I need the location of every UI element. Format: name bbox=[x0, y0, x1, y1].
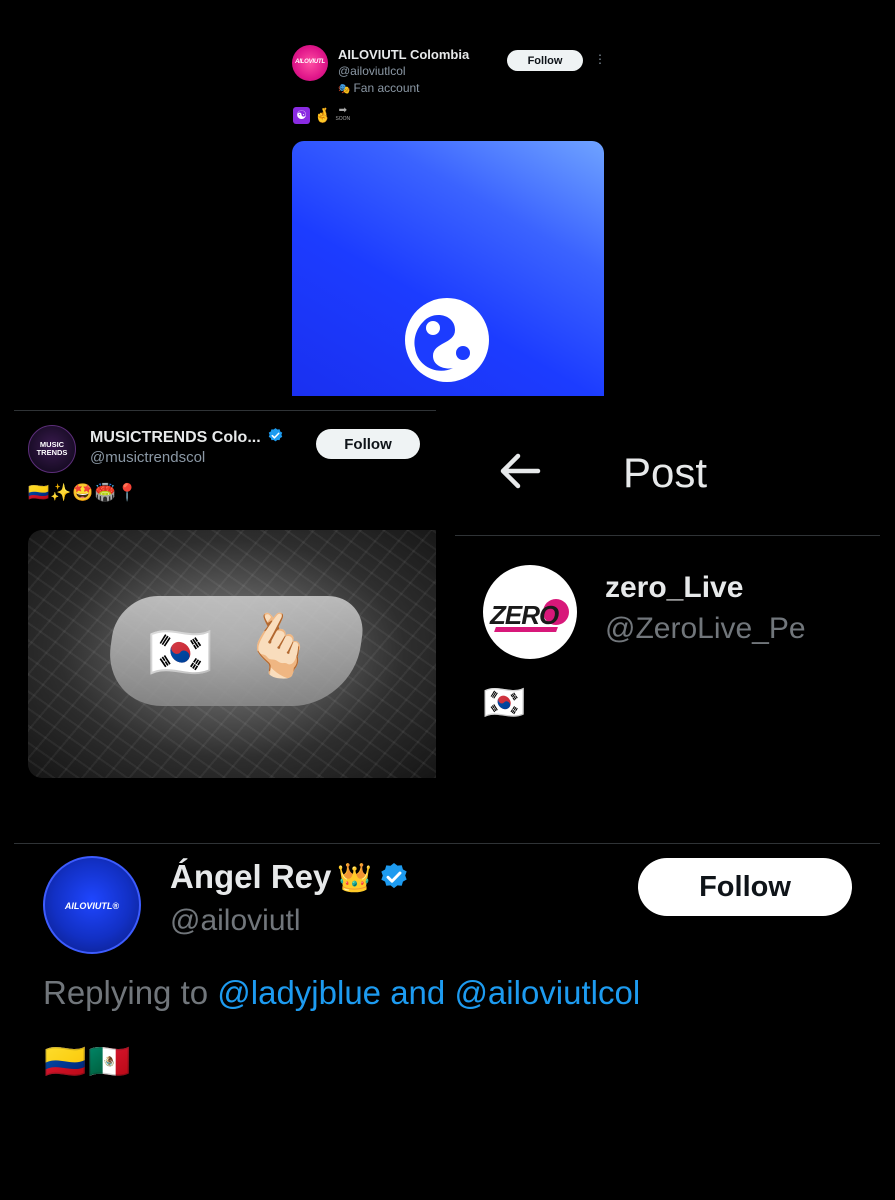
display-name-text: Ángel Rey bbox=[170, 858, 332, 895]
handle[interactable]: @ailoviutlcol bbox=[338, 64, 406, 78]
crown-icon: 👑 bbox=[337, 861, 373, 893]
avatar-text: AILOVIUTL® bbox=[64, 901, 120, 911]
display-name[interactable]: AILOVIUTL Colombia bbox=[338, 47, 469, 62]
verified-badge-icon bbox=[381, 863, 407, 889]
handle[interactable]: @musictrendscol bbox=[90, 449, 205, 466]
display-name[interactable]: MUSICTRENDS Colo... bbox=[90, 427, 284, 447]
follow-button[interactable]: Follow bbox=[316, 429, 420, 459]
yin-yang-icon: ☯ bbox=[293, 106, 310, 124]
avatar[interactable]: ZERO bbox=[483, 565, 577, 659]
post-text: ☯ 🤞 ➡ SOON bbox=[293, 106, 350, 124]
post-text: 🇰🇷 bbox=[483, 684, 526, 722]
back-arrow-icon[interactable] bbox=[498, 451, 542, 491]
fan-account-label: 🎭 Fan account bbox=[338, 81, 420, 95]
divider bbox=[455, 535, 880, 536]
post-text: 🇨🇴🇲🇽 bbox=[44, 1043, 133, 1081]
conjunction: and bbox=[381, 974, 455, 1011]
avatar-text: MUSIC TRENDS bbox=[36, 440, 68, 457]
soon-text: SOON bbox=[335, 116, 351, 122]
soon-arrow-icon: ➡ SOON bbox=[335, 105, 351, 123]
mention-link-ailoviutlcol[interactable]: @ailoviutlcol bbox=[454, 974, 640, 1011]
follow-button[interactable]: Follow bbox=[638, 858, 852, 916]
post-angel-rey: AILOVIUTL® Ángel Rey 👑 @ailoviutl Follow… bbox=[0, 844, 895, 1200]
avatar[interactable]: MUSIC TRENDS bbox=[28, 425, 76, 473]
stadium-shape bbox=[102, 596, 368, 706]
handle[interactable]: @ZeroLive_Pe bbox=[605, 612, 806, 646]
avatar-text: AILOVIUTL bbox=[295, 59, 325, 65]
finger-heart-overlay: 🫰🏻 bbox=[240, 612, 318, 681]
post-ailoviutl-colombia: AILOVIUTL AILOVIUTL Colombia @ailoviutlc… bbox=[281, 36, 621, 396]
yin-yang-icon bbox=[405, 298, 489, 382]
verified-badge-icon bbox=[268, 428, 283, 442]
korea-flag-overlay: 🇰🇷 bbox=[148, 624, 213, 682]
post-image[interactable] bbox=[292, 141, 604, 396]
handle[interactable]: @ailoviutl bbox=[170, 904, 301, 938]
post-image[interactable]: 🇰🇷 🫰🏻 bbox=[28, 530, 436, 778]
display-name[interactable]: zero_Live bbox=[605, 571, 743, 605]
page-title: Post bbox=[623, 449, 708, 496]
post-musictrends: MUSIC TRENDS MUSICTRENDS Colo... @musict… bbox=[14, 411, 436, 781]
more-options-icon[interactable]: ⋮ bbox=[594, 52, 606, 66]
avatar[interactable]: AILOVIUTL® bbox=[43, 856, 141, 954]
display-name-text: MUSICTRENDS Colo... bbox=[90, 429, 261, 446]
post-zero-live: Post ZERO zero_Live @ZeroLive_Pe 🇰🇷 bbox=[455, 411, 895, 841]
crossed-fingers-icon: 🤞 bbox=[314, 106, 332, 123]
display-name[interactable]: Ángel Rey 👑 bbox=[170, 858, 410, 896]
replying-to-line: Replying to @ladyjblue and @ailoviutlcol bbox=[43, 974, 640, 1012]
avatar[interactable]: AILOVIUTL bbox=[292, 45, 328, 81]
mention-link-ladyjblue[interactable]: @ladyjblue bbox=[217, 974, 381, 1011]
follow-button[interactable]: Follow bbox=[507, 50, 583, 71]
logo-bar bbox=[494, 627, 558, 632]
fan-account-text: Fan account bbox=[353, 81, 420, 95]
fan-account-mask-icon: 🎭 bbox=[338, 84, 351, 95]
replying-prefix: Replying to bbox=[43, 974, 218, 1011]
post-text: 🇨🇴✨🤩🏟️📍 bbox=[28, 483, 139, 502]
